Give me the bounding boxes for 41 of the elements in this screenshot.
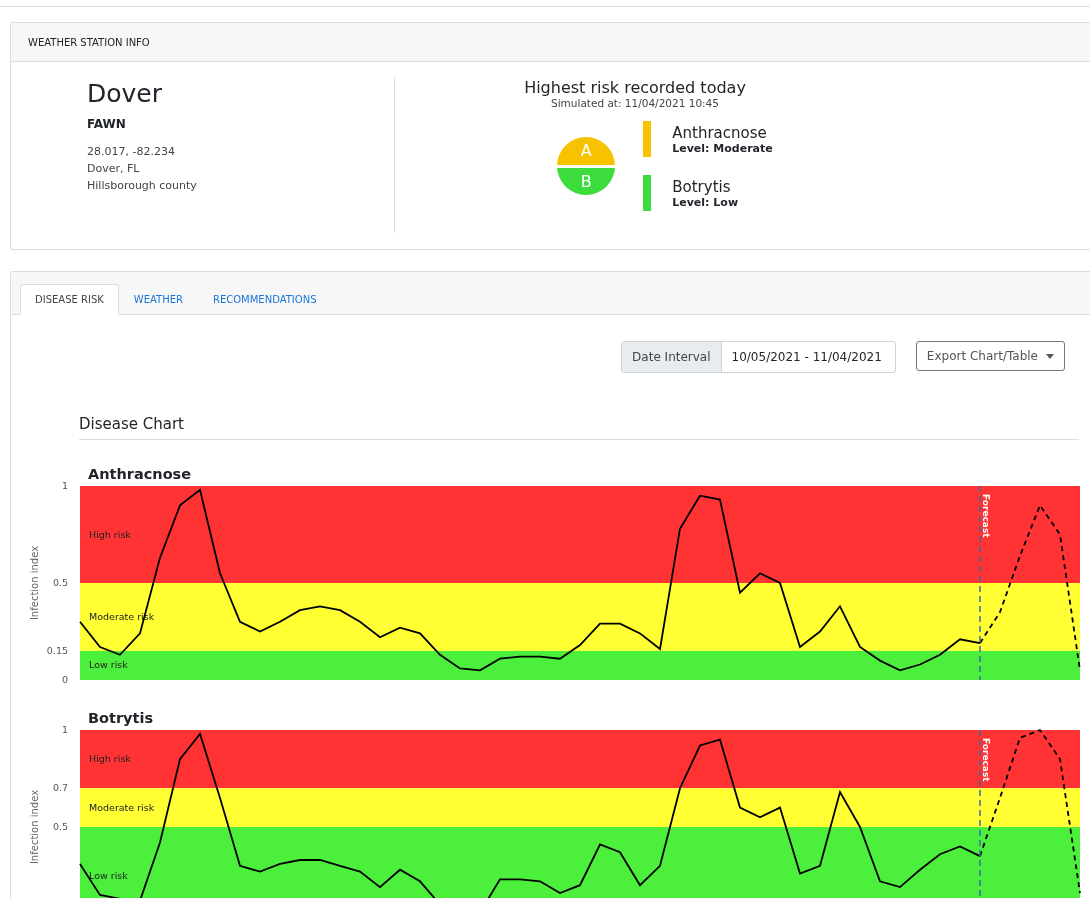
export-dropdown-button[interactable]: Export Chart/Table (915, 341, 1065, 371)
section-title: Disease Chart (79, 415, 1079, 440)
band-label: Moderate risk (89, 801, 155, 813)
panel-title: WEATHER STATION INFO (28, 36, 150, 48)
disease-level: Level: Low (672, 195, 739, 209)
tick-label: 0.5 (52, 577, 68, 588)
station-name: Dover (87, 78, 163, 110)
chart-title: Anthracnose (88, 466, 193, 482)
field-label: Date Interval (622, 342, 722, 372)
band-label: Low risk (89, 659, 128, 671)
station-county: Hillsborough county (87, 178, 198, 194)
tab[interactable]: RECOMMENDATIONS (198, 284, 332, 315)
forecast-label: Forecast (981, 494, 991, 538)
band-label: High risk (89, 528, 131, 540)
risk-letter: A (557, 137, 616, 165)
tick-label: 0.5 (52, 821, 68, 832)
date-range-value: 10/05/2021 - 11/04/2021 (730, 349, 883, 366)
tab[interactable]: DISEASE RISK (20, 284, 119, 315)
caret-icon (1046, 353, 1054, 359)
risk-title: Highest risk recorded today (524, 78, 746, 97)
date-interval-field[interactable]: Date Interval 10/05/2021 - 11/04/2021 (621, 341, 896, 373)
simulated-time: Simulated at: 11/04/2021 10:45 (551, 97, 719, 109)
band-label: High risk (89, 753, 131, 765)
station-location: Dover, FL (87, 161, 141, 177)
disease-level: Level: Moderate (672, 141, 773, 155)
forecast-label: Forecast (981, 738, 991, 782)
tick-label: 0 (61, 674, 68, 685)
station-network: FAWN (87, 117, 127, 131)
risk-letter: B (557, 167, 616, 195)
band-label: Low risk (89, 869, 128, 881)
station-coordinates: 28.017, -82.234 (87, 144, 176, 160)
tick-label: 1 (61, 724, 68, 735)
axis-title: Infection index (29, 545, 40, 621)
axis-title: Infection index (29, 789, 40, 865)
tick-label: 0.7 (52, 782, 68, 794)
chart-title: Botrytis (88, 710, 155, 726)
disease-name: Anthracnose (672, 123, 768, 142)
disease-name: Botrytis (672, 177, 732, 196)
tick-label: 1 (61, 480, 68, 491)
tick-label: 0.15 (46, 644, 68, 656)
tab[interactable]: WEATHER (118, 284, 198, 315)
